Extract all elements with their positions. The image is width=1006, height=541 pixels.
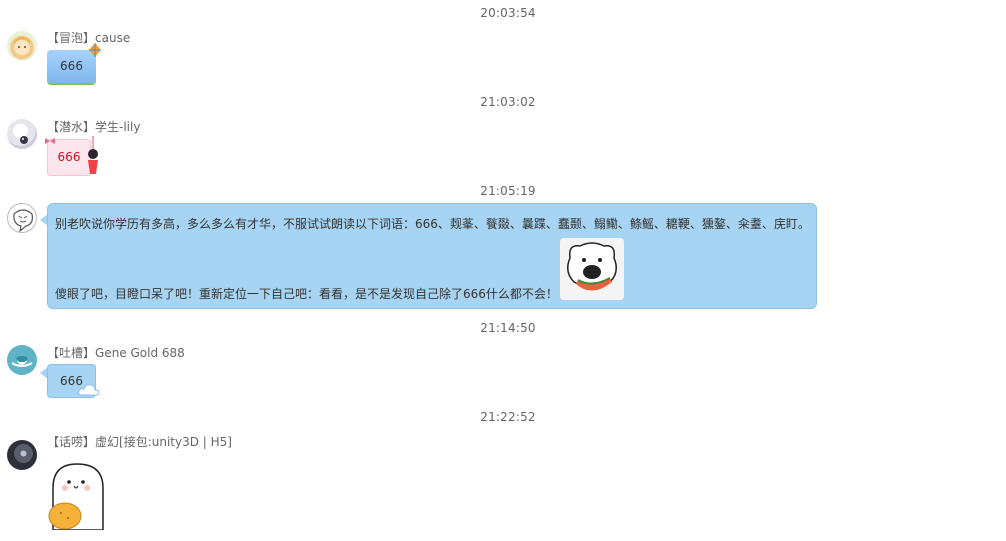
sender-name[interactable]: 【吐槽】Gene Gold 688 [47, 344, 185, 361]
sender-nickname: 虚幻[接包:unity3D | H5] [95, 435, 232, 449]
message-bubble[interactable]: 666 [47, 43, 101, 83]
message-text: 傻眼了吧，目瞪口呆了吧！重新定位一下自己吧：看看，是不是发现自己除了666什么都… [55, 287, 558, 301]
timestamp: 21:05:19 [480, 184, 536, 198]
sender-nickname: Gene Gold 688 [95, 346, 185, 360]
kite-icon [89, 43, 101, 57]
sender-nickname: 学生-lily [95, 120, 141, 134]
avatar-penguin-logo-icon[interactable] [7, 345, 37, 375]
timestamp: 21:22:52 [480, 410, 536, 424]
message-text: 666 [60, 374, 83, 388]
timestamp: 21:03:02 [480, 95, 536, 109]
sender-name[interactable]: 【话唠】虚幻[接包:unity3D | H5] [47, 433, 232, 450]
bear-eating-watermelon-sticker-icon[interactable] [560, 238, 624, 300]
avatar-doodle-icon[interactable] [7, 203, 37, 233]
message-text: 666 [57, 150, 81, 164]
bun-character-eating-sticker-icon[interactable] [47, 458, 107, 531]
message-bubble[interactable]: 别老吹说你学历有多高，多么多么有才华，不服试试朗读以下词语：666、觌莑、餮敠、… [47, 203, 817, 309]
sender-name[interactable]: 【潜水】学生-lily [47, 118, 140, 135]
avatar-girl-sketch-icon[interactable] [7, 119, 37, 149]
timestamp: 21:14:50 [480, 321, 536, 335]
sender-badge: 【潜水】 [47, 120, 96, 134]
sender-badge: 【话唠】 [47, 435, 96, 449]
girl-figure-icon [88, 136, 98, 174]
bow-icon [45, 138, 55, 144]
message-bubble[interactable]: 666 [47, 364, 100, 398]
avatar-dark-photo-icon[interactable] [7, 440, 37, 470]
message-bubble[interactable]: 666 [45, 136, 98, 176]
message-text: 666 [60, 59, 83, 73]
timestamp: 20:03:54 [480, 6, 536, 20]
avatar-anime-girl-icon[interactable] [7, 31, 37, 61]
sender-badge: 【吐槽】 [47, 346, 96, 360]
message-text: 别老吹说你学历有多高，多么多么有才华，不服试试朗读以下词语：666、觌莑、餮敠、… [55, 217, 810, 231]
